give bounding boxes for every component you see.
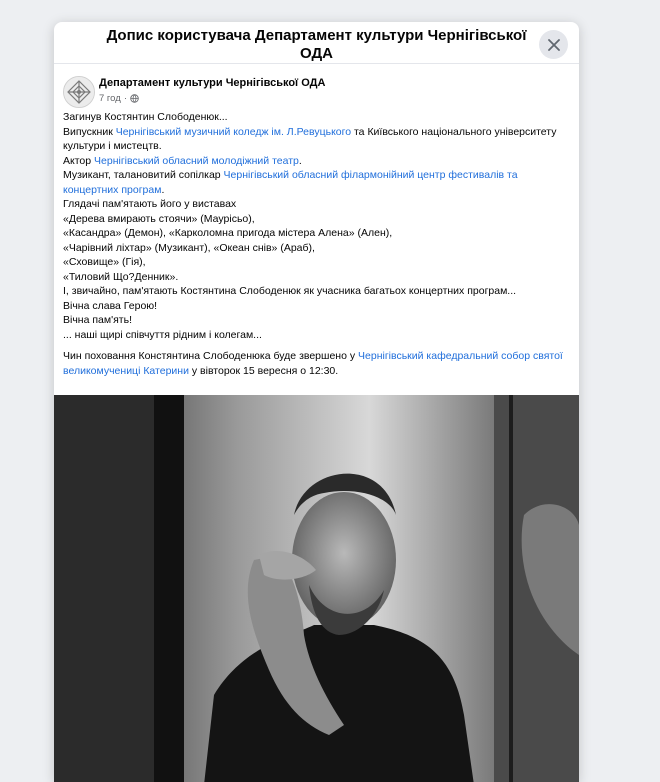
globe-icon[interactable] — [130, 94, 139, 103]
avatar[interactable] — [63, 76, 95, 108]
text-line: І, звичайно, пам'ятають Костянтина Слобо… — [63, 285, 517, 297]
text-line: ... наші щирі співчуття рідним і колегам… — [63, 328, 262, 341]
text-line: Вічна пам'ять! — [63, 314, 132, 326]
text-line: Вічна слава Герою! — [63, 299, 158, 312]
post-dialog: Допис користувача Департамент культури Ч… — [54, 22, 579, 782]
close-icon — [547, 38, 560, 51]
author-name[interactable]: Департамент культури Чернігівської ОДА — [99, 77, 325, 89]
text-line: «Касандра» (Демон), «Карколомна пригода … — [63, 227, 393, 239]
text-line: Загинув Костянтин Слободенюк... — [63, 111, 228, 123]
post-photo[interactable] — [54, 395, 579, 782]
post-meta: 7 год · — [99, 93, 139, 104]
text-line: «Тиловий Що?Денник». — [63, 270, 179, 283]
text-line: Музикант, талановитий сопілкар Чернігівс… — [63, 169, 518, 196]
text-line: «Сховище» (Гія), — [63, 256, 146, 268]
ornament-logo-icon — [64, 77, 94, 107]
meta-separator: · — [123, 93, 127, 104]
dialog-header: Допис користувача Департамент культури Ч… — [54, 22, 579, 64]
portrait-photo — [54, 395, 579, 782]
post-text: Загинув Костянтин Слободенюк... Випускни… — [63, 110, 573, 378]
text-line: Актор Чернігівський обласний молодіжний … — [63, 154, 302, 167]
text-line: «Дерева вмирають стоячи» (Маурісьо), — [63, 212, 255, 225]
post-header: Департамент культури Чернігівської ОДА 7… — [63, 75, 563, 115]
page-link-music-college[interactable]: Чернігівський музичний коледж ім. Л.Реву… — [116, 126, 351, 138]
page-link-youth-theatre[interactable]: Чернігівський обласний молодіжний театр — [94, 155, 299, 167]
text-line: «Чарівний ліхтар» (Музикант), «Океан сні… — [63, 241, 315, 254]
text-line: Випускник Чернігівський музичний коледж … — [63, 125, 557, 153]
text-line: Чин поховання Констянтина Слободенюка бу… — [63, 350, 563, 377]
close-button[interactable] — [539, 30, 568, 59]
dialog-title: Допис користувача Департамент культури Ч… — [106, 27, 527, 62]
text-line: Глядачі пам'ятають його у виставах — [63, 198, 237, 210]
post-time[interactable]: 7 год — [99, 93, 121, 104]
